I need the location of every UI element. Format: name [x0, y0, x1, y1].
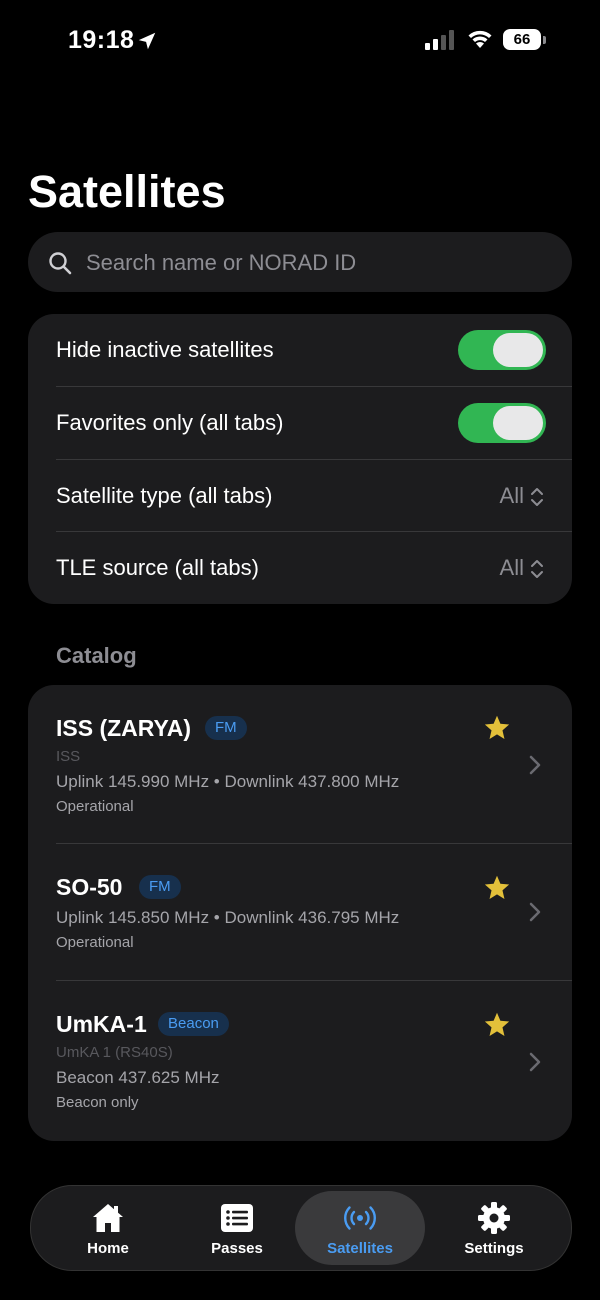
satellite-name: UmKA-1 — [56, 1011, 147, 1037]
tle-source-row[interactable]: TLE source (all tabs) All — [56, 532, 544, 604]
satellite-row[interactable]: SO-50 FM Uplink 145.850 MHz • Downlink 4… — [28, 844, 572, 980]
location-arrow-icon — [138, 32, 156, 50]
home-icon — [93, 1204, 123, 1232]
favorites-only-label: Favorites only (all tabs) — [56, 410, 284, 435]
mode-badge: FM — [139, 875, 181, 899]
satellite-type-value: All — [499, 483, 524, 508]
chevron-up-down-icon — [531, 488, 543, 507]
cellular-signal-icon — [425, 30, 454, 50]
satellite-type-picker[interactable]: All — [500, 460, 544, 532]
satellite-name: SO-50 — [56, 874, 123, 900]
gear-icon — [478, 1202, 510, 1234]
catalog-section-title: Catalog — [56, 643, 137, 668]
hide-inactive-row: Hide inactive satellites — [56, 314, 546, 386]
operational-status: Operational — [56, 934, 134, 951]
frequency-text: Beacon 437.625 MHz — [56, 1068, 220, 1087]
tab-settings-label: Settings — [464, 1240, 524, 1257]
battery-level: 66 — [513, 31, 531, 48]
tab-satellites-label: Satellites — [327, 1240, 393, 1257]
tab-bar: Home Passes Satellites Settings — [30, 1185, 572, 1271]
tle-source-picker[interactable]: All — [500, 532, 544, 604]
satellite-alias: ISS — [56, 748, 81, 765]
operational-status: Operational — [56, 798, 134, 815]
page-title: Satellites — [28, 166, 226, 217]
satellite-row[interactable]: ISS (ZARYA) FM ISS Uplink 145.990 MHz • … — [28, 685, 572, 843]
chevron-right-icon — [529, 1052, 541, 1072]
chevron-right-icon — [529, 755, 541, 775]
hide-inactive-label: Hide inactive satellites — [56, 337, 274, 362]
list-icon — [221, 1204, 253, 1232]
tab-home[interactable]: Home — [43, 1186, 173, 1270]
favorite-star-icon[interactable] — [483, 874, 511, 902]
status-bar: 19:18 66 — [0, 0, 600, 84]
search-bar[interactable] — [28, 232, 572, 294]
tle-source-value: All — [499, 555, 524, 580]
frequency-text: Uplink 145.850 MHz • Downlink 436.795 MH… — [56, 908, 400, 927]
favorites-only-toggle[interactable] — [458, 403, 546, 443]
satellite-type-row[interactable]: Satellite type (all tabs) All — [56, 460, 544, 532]
search-icon — [49, 252, 72, 275]
tab-passes-label: Passes — [211, 1240, 263, 1257]
tab-settings[interactable]: Settings — [429, 1186, 559, 1270]
satellite-alias: UmKA 1 (RS40S) — [56, 1044, 173, 1061]
operational-status: Beacon only — [56, 1094, 139, 1111]
hide-inactive-toggle[interactable] — [458, 330, 546, 370]
satellite-name: ISS (ZARYA) — [56, 715, 192, 741]
frequency-text: Uplink 145.990 MHz • Downlink 437.800 MH… — [56, 772, 400, 791]
satellite-row[interactable]: UmKA-1 Beacon UmKA 1 (RS40S) Beacon 437.… — [28, 981, 572, 1141]
mode-badge: FM — [205, 716, 247, 740]
tab-passes[interactable]: Passes — [172, 1186, 302, 1270]
status-time: 19:18 — [68, 26, 135, 54]
catalog-card: ISS (ZARYA) FM ISS Uplink 145.990 MHz • … — [28, 685, 572, 1141]
wifi-icon — [468, 30, 492, 48]
favorites-only-row: Favorites only (all tabs) — [56, 387, 546, 459]
tab-satellites[interactable]: Satellites — [295, 1191, 425, 1265]
tle-source-label: TLE source (all tabs) — [56, 555, 259, 580]
battery-indicator: 66 — [503, 29, 549, 51]
mode-badge: Beacon — [158, 1012, 229, 1036]
satellite-type-label: Satellite type (all tabs) — [56, 483, 273, 508]
favorite-star-icon[interactable] — [483, 714, 511, 742]
chevron-right-icon — [529, 902, 541, 922]
tab-home-label: Home — [87, 1240, 129, 1257]
favorite-star-icon[interactable] — [483, 1011, 511, 1039]
filters-card: Hide inactive satellites Favorites only … — [28, 314, 572, 604]
search-input[interactable] — [84, 232, 558, 294]
antenna-icon — [344, 1206, 376, 1230]
chevron-up-down-icon — [531, 560, 543, 579]
